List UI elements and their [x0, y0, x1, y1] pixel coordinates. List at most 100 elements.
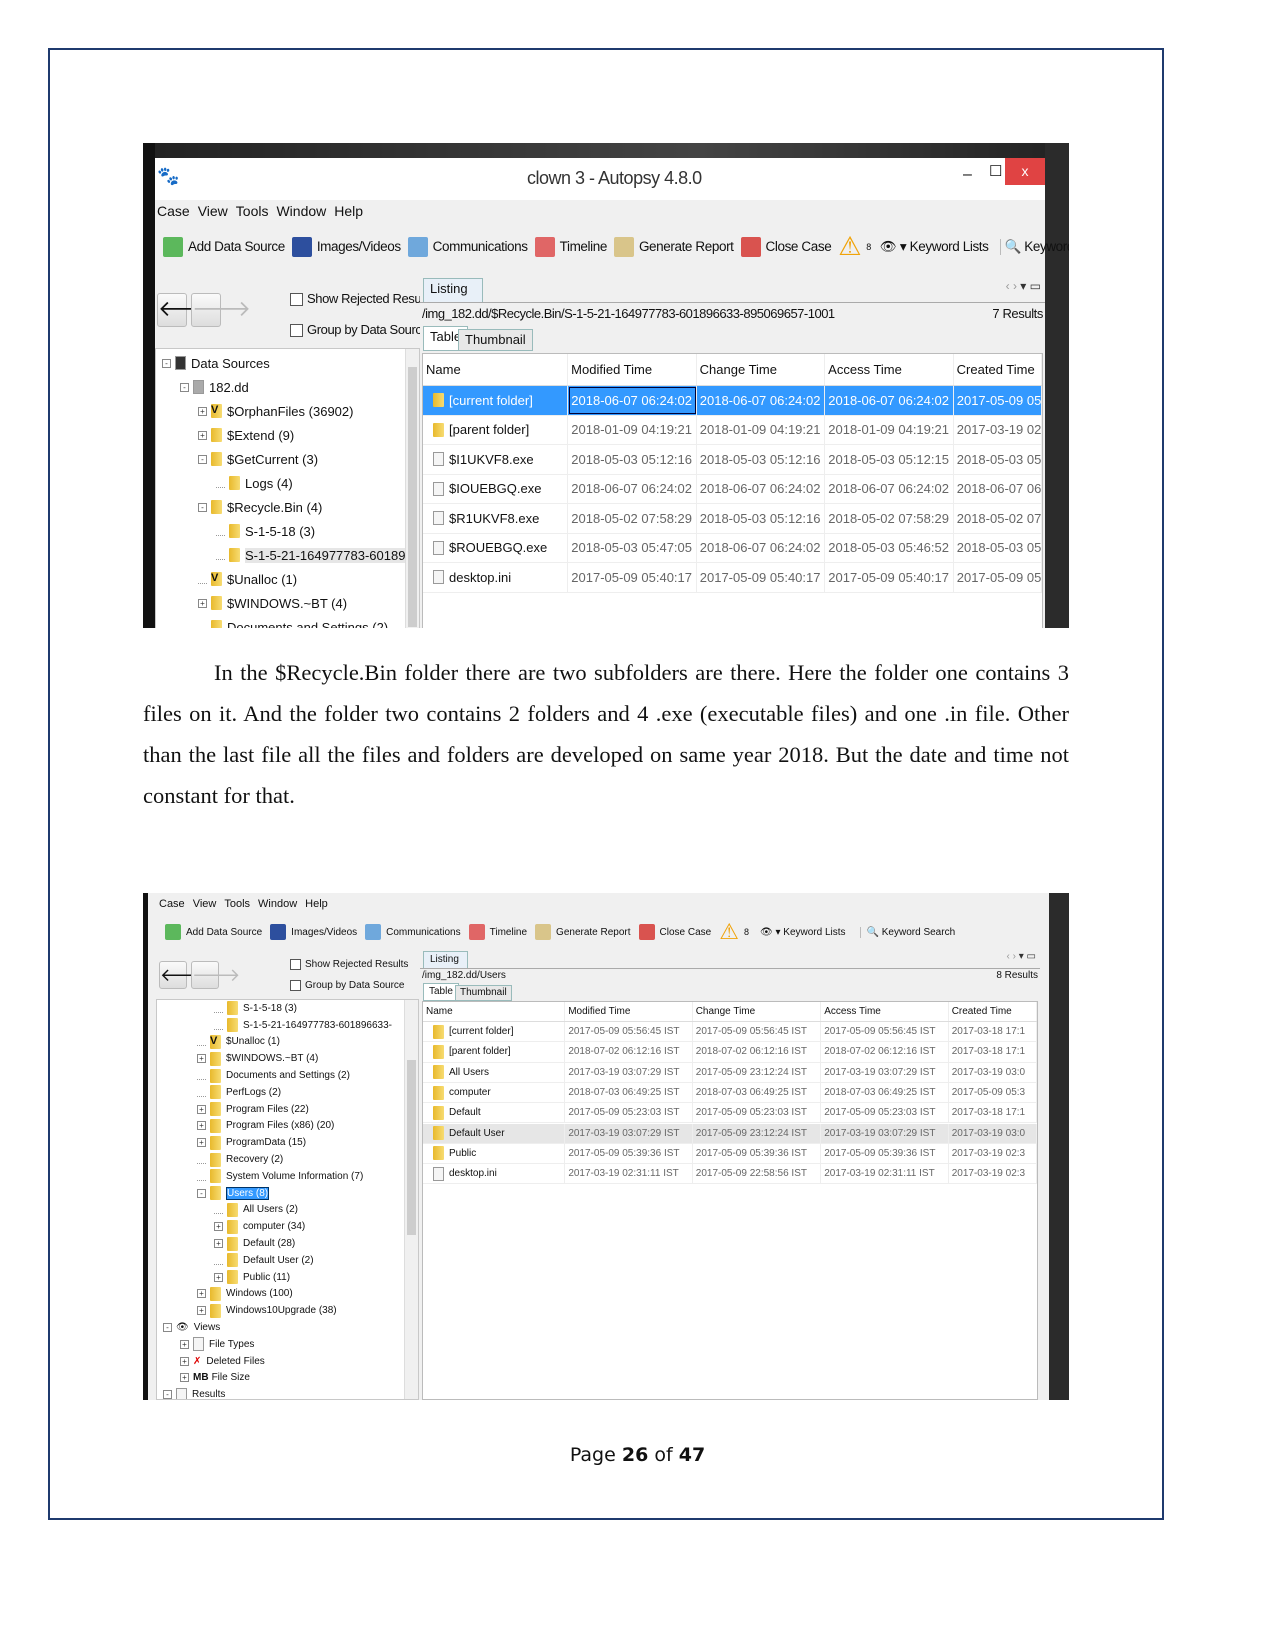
- tree-node[interactable]: + ✗ Deleted Files: [180, 1353, 265, 1370]
- scrollbar-thumb[interactable]: [407, 1060, 416, 1235]
- tree-node[interactable]: V $Unalloc (1): [197, 1034, 280, 1051]
- expand-icon[interactable]: +: [214, 1272, 223, 1282]
- toolbar-generate-report-button[interactable]: Generate Report: [535, 924, 631, 940]
- tree-node[interactable]: S-1-5-18 (3): [216, 519, 315, 543]
- collapse-icon[interactable]: [197, 1172, 206, 1181]
- table-row[interactable]: $I1UKVF8.exe2018-05-03 05:12:16 IST2018-…: [423, 445, 1043, 475]
- column-header[interactable]: Change Time: [697, 354, 826, 385]
- menu-case[interactable]: Case: [157, 203, 190, 219]
- expand-icon[interactable]: +: [214, 1222, 223, 1232]
- tree-node[interactable]: + Public (11): [214, 1269, 290, 1286]
- tree-node[interactable]: + Windows (100): [197, 1286, 293, 1303]
- tree-node[interactable]: PerfLogs (2): [197, 1084, 281, 1101]
- collapse-icon[interactable]: [197, 1088, 206, 1097]
- expand-icon[interactable]: +: [197, 1104, 206, 1114]
- group-by-checkbox[interactable]: Group by Data Source: [290, 980, 405, 991]
- expand-icon[interactable]: +: [180, 1373, 189, 1383]
- close-button[interactable]: x: [1005, 158, 1045, 185]
- tree-node[interactable]: V $Unalloc (1): [198, 567, 297, 591]
- expand-icon[interactable]: +: [197, 1138, 206, 1148]
- menu-help[interactable]: Help: [305, 898, 328, 910]
- tree-node[interactable]: + Default (28): [214, 1235, 295, 1252]
- tree-node[interactable]: - 182.dd: [180, 375, 249, 399]
- tree-node[interactable]: - Results: [163, 1386, 225, 1399]
- collapse-icon[interactable]: [198, 623, 207, 629]
- group-by-checkbox[interactable]: Group by Data Source: [290, 322, 429, 338]
- scrollbar-thumb[interactable]: [408, 367, 417, 627]
- tree-node[interactable]: + Program Files (x86) (20): [197, 1118, 334, 1135]
- toolbar-add-data-source-button[interactable]: Add Data Source: [163, 236, 285, 257]
- tree-node[interactable]: + Windows10Upgrade (38): [197, 1302, 337, 1319]
- tree-node[interactable]: S-1-5-18 (3): [214, 1000, 297, 1017]
- collapse-icon[interactable]: -: [198, 502, 207, 512]
- collapse-icon[interactable]: [214, 1256, 223, 1265]
- column-header[interactable]: Name: [423, 1002, 566, 1021]
- collapse-icon[interactable]: -: [180, 382, 189, 392]
- tree-node[interactable]: + $WINDOWS.~BT (4): [198, 591, 347, 615]
- expand-icon[interactable]: +: [197, 1054, 206, 1064]
- menu-view[interactable]: View: [198, 203, 228, 219]
- collapse-icon[interactable]: -: [198, 454, 207, 464]
- table-row[interactable]: Default 2017-05-09 05:23:03 IST 2017-05-09…: [423, 1103, 1037, 1124]
- expand-icon[interactable]: +: [198, 430, 207, 440]
- collapse-icon[interactable]: -: [163, 1390, 172, 1399]
- tab-table[interactable]: Table: [423, 983, 459, 1001]
- toolbar-close-case-button[interactable]: Close Case: [638, 924, 711, 940]
- tree-node[interactable]: Recovery (2): [197, 1151, 283, 1168]
- table-row[interactable]: Default User 2017-03-19 03:07:29 IST 2017-…: [423, 1123, 1037, 1144]
- toolbar-images-videos-button[interactable]: Images/Videos: [270, 924, 357, 940]
- tab-thumbnail[interactable]: Thumbnail: [455, 985, 512, 1001]
- tree-node[interactable]: + $Extend (9): [198, 423, 294, 447]
- show-rejected-checkbox[interactable]: Show Rejected Results: [290, 959, 408, 970]
- keyword-lists-button[interactable]: 👁 ▾ Keyword Lists: [880, 239, 989, 255]
- maximize-button[interactable]: ☐: [989, 162, 1002, 180]
- collapse-icon[interactable]: [214, 1021, 223, 1030]
- expand-icon[interactable]: +: [180, 1339, 189, 1349]
- collapse-icon[interactable]: -: [163, 1323, 172, 1333]
- keyword-lists-button[interactable]: 👁 ▾ Keyword Lists: [760, 927, 846, 938]
- tree-node[interactable]: + ProgramData (15): [197, 1134, 306, 1151]
- collapse-icon[interactable]: [198, 575, 207, 584]
- tree-node[interactable]: - 👁 Views: [163, 1319, 220, 1336]
- menu-tools[interactable]: Tools: [236, 203, 269, 219]
- tree-node[interactable]: S-1-5-21-164977783-601896633-: [214, 1017, 392, 1034]
- tree-node[interactable]: + File Types: [180, 1336, 254, 1353]
- table-row[interactable]: All Users 2017-03-19 03:07:29 IST 2017-05-…: [423, 1062, 1037, 1083]
- column-header[interactable]: Change Time: [693, 1002, 822, 1021]
- column-header[interactable]: Created Time: [954, 354, 1042, 385]
- expand-icon[interactable]: +: [214, 1239, 223, 1249]
- collapse-icon[interactable]: [216, 527, 225, 536]
- table-row[interactable]: $R1UKVF8.exe2018-05-02 07:58:29 IST2018-…: [423, 504, 1043, 534]
- table-row[interactable]: [current folder]2018-06-07 06:24:02 IST2…: [423, 386, 1043, 416]
- column-header[interactable]: Name: [423, 354, 569, 385]
- nav-arrows-icon[interactable]: ‹ › ▾ ▭: [1007, 951, 1036, 962]
- table-row[interactable]: [current folder] 2017-05-09 05:56:45 IST 2…: [423, 1022, 1037, 1043]
- collapse-icon[interactable]: [197, 1155, 206, 1165]
- nav-arrows-icon[interactable]: ‹ › ▾ ▭: [1006, 279, 1041, 293]
- tree-node[interactable]: Logs (4): [216, 471, 293, 495]
- show-rejected-checkbox[interactable]: Show Rejected Results: [290, 291, 433, 307]
- toolbar-communications-button[interactable]: Communications: [365, 924, 461, 940]
- column-header[interactable]: Created Time: [949, 1002, 1037, 1021]
- tree-node[interactable]: + Program Files (22): [197, 1101, 309, 1118]
- menu-window[interactable]: Window: [258, 898, 297, 910]
- warning-icon[interactable]: ⚠: [838, 231, 861, 262]
- expand-icon[interactable]: +: [197, 1306, 206, 1316]
- menu-window[interactable]: Window: [276, 203, 326, 219]
- tree-node[interactable]: Documents and Settings (2): [197, 1067, 350, 1084]
- table-row[interactable]: [parent folder] 2018-07-02 06:12:16 IST 20…: [423, 1042, 1037, 1063]
- column-header[interactable]: Access Time: [825, 354, 954, 385]
- column-header[interactable]: Access Time: [821, 1002, 949, 1021]
- expand-icon[interactable]: +: [198, 598, 207, 608]
- keyword-search-button[interactable]: 🔍 Keyword Search: [859, 926, 955, 938]
- table-row[interactable]: desktop.ini 2017-03-19 02:31:11 IST 2017-0…: [423, 1164, 1037, 1185]
- column-header[interactable]: Modified Time: [568, 354, 697, 385]
- menu-view[interactable]: View: [193, 898, 217, 910]
- tree-node[interactable]: - Users (8): [197, 1185, 270, 1202]
- expand-icon[interactable]: +: [197, 1121, 206, 1131]
- collapse-icon[interactable]: [197, 1071, 206, 1081]
- tree-node[interactable]: All Users (2): [214, 1202, 298, 1219]
- tree-node[interactable]: System Volume Information (7): [197, 1168, 363, 1185]
- collapse-icon[interactable]: -: [162, 358, 171, 368]
- table-row[interactable]: Public 2017-05-09 05:39:36 IST 2017-05-09 …: [423, 1143, 1037, 1165]
